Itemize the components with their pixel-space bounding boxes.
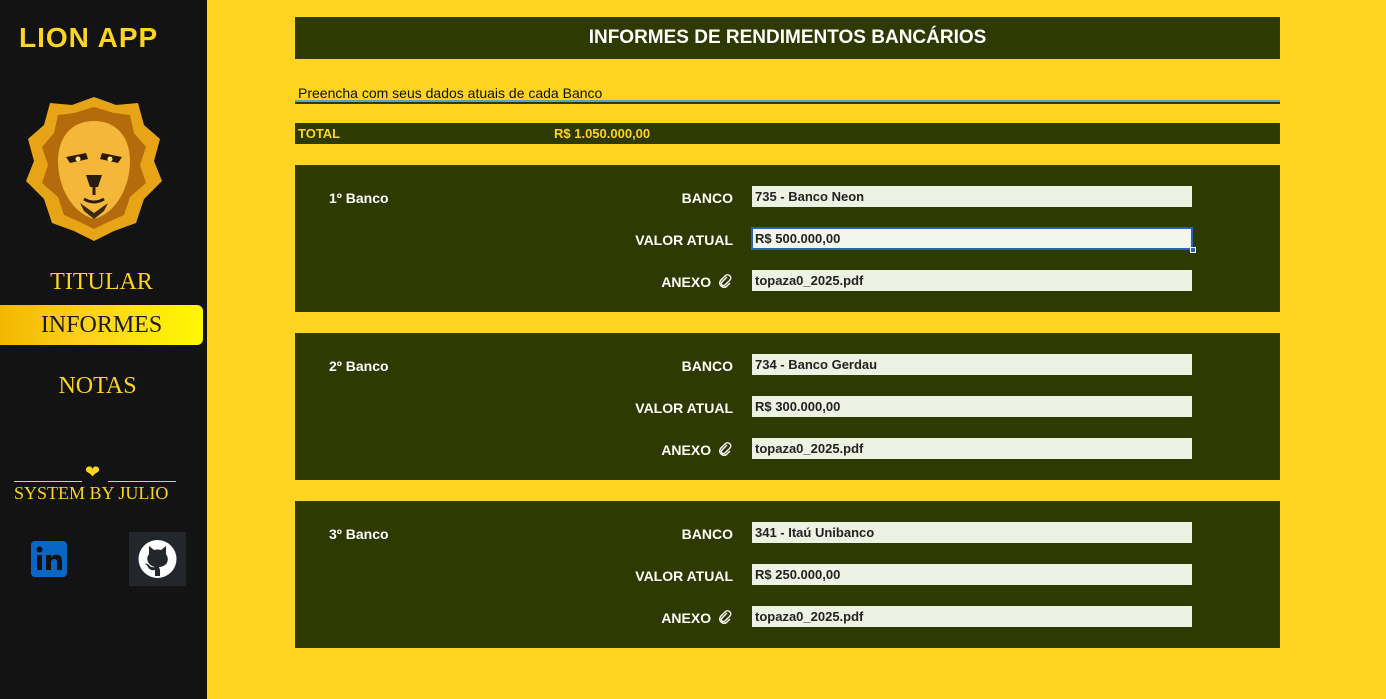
attachment-field[interactable]: topaza0_2025.pdf (752, 438, 1192, 459)
current-value-field[interactable]: R$ 500.000,00 (751, 227, 1196, 253)
bank-name-field[interactable]: 341 - Itaú Unibanco (752, 522, 1192, 543)
credit-text: SYSTEM BY JULIO (14, 483, 169, 503)
divider (295, 100, 1280, 104)
app-title: LION APP (19, 22, 159, 53)
bank-card-3: 3º Banco BANCO 341 - Itaú Unibanco VALOR… (295, 501, 1280, 648)
current-value-field[interactable]: R$ 300.000,00 (752, 396, 1192, 417)
bank-title: 2º Banco (329, 358, 389, 374)
attachment-label: ANEXO (661, 442, 733, 458)
nav-item-titular[interactable]: TITULAR (0, 262, 203, 302)
total-bar: TOTAL R$ 1.050.000,00 (295, 123, 1280, 144)
bank-title: 3º Banco (329, 526, 389, 542)
sidebar: LION APP TITULAR INFORMES NOTAS ❤ SYSTEM… (0, 0, 207, 699)
value-label: VALOR ATUAL (635, 232, 733, 248)
attachment-label-text: ANEXO (661, 442, 712, 458)
current-value-text: R$ 500.000,00 (755, 231, 841, 246)
bank-label: BANCO (681, 190, 733, 206)
paperclip-icon (719, 274, 732, 288)
total-label: TOTAL (298, 126, 341, 141)
value-label: VALOR ATUAL (635, 568, 733, 584)
attachment-label: ANEXO (661, 274, 733, 290)
lion-logo (26, 97, 162, 241)
nav-item-informes[interactable]: INFORMES (0, 305, 203, 345)
bank-card-2: 2º Banco BANCO 734 - Banco Gerdau VALOR … (295, 333, 1280, 480)
current-value-field[interactable]: R$ 250.000,00 (752, 564, 1192, 585)
credit-divider-left (14, 481, 82, 482)
heart-icon: ❤ (85, 462, 101, 482)
total-value: R$ 1.050.000,00 (554, 126, 651, 141)
nav-item-notas[interactable]: NOTAS (0, 366, 199, 406)
credit: ❤ SYSTEM BY JULIO (14, 462, 178, 506)
attachment-field[interactable]: topaza0_2025.pdf (752, 270, 1192, 291)
paperclip-icon (719, 442, 732, 456)
bank-card-1: 1º Banco BANCO 735 - Banco Neon VALOR AT… (295, 165, 1280, 312)
bank-label: BANCO (681, 526, 733, 542)
linkedin-icon[interactable] (31, 541, 67, 577)
selection-handle[interactable] (1190, 247, 1196, 253)
paperclip-icon (719, 610, 732, 624)
instructions-text: Preencha com seus dados atuais de cada B… (298, 85, 603, 101)
credit-divider-right (108, 481, 176, 482)
attachment-label-text: ANEXO (661, 274, 712, 290)
bank-name-field[interactable]: 735 - Banco Neon (752, 186, 1192, 207)
github-icon[interactable] (129, 532, 186, 586)
bank-name-field[interactable]: 734 - Banco Gerdau (752, 354, 1192, 375)
value-label: VALOR ATUAL (635, 400, 733, 416)
bank-label: BANCO (681, 358, 733, 374)
attachment-label: ANEXO (661, 610, 733, 626)
attachment-field[interactable]: topaza0_2025.pdf (752, 606, 1192, 627)
attachment-label-text: ANEXO (661, 610, 712, 626)
page-title: INFORMES DE RENDIMENTOS BANCÁRIOS (295, 17, 1280, 59)
bank-title: 1º Banco (329, 190, 389, 206)
